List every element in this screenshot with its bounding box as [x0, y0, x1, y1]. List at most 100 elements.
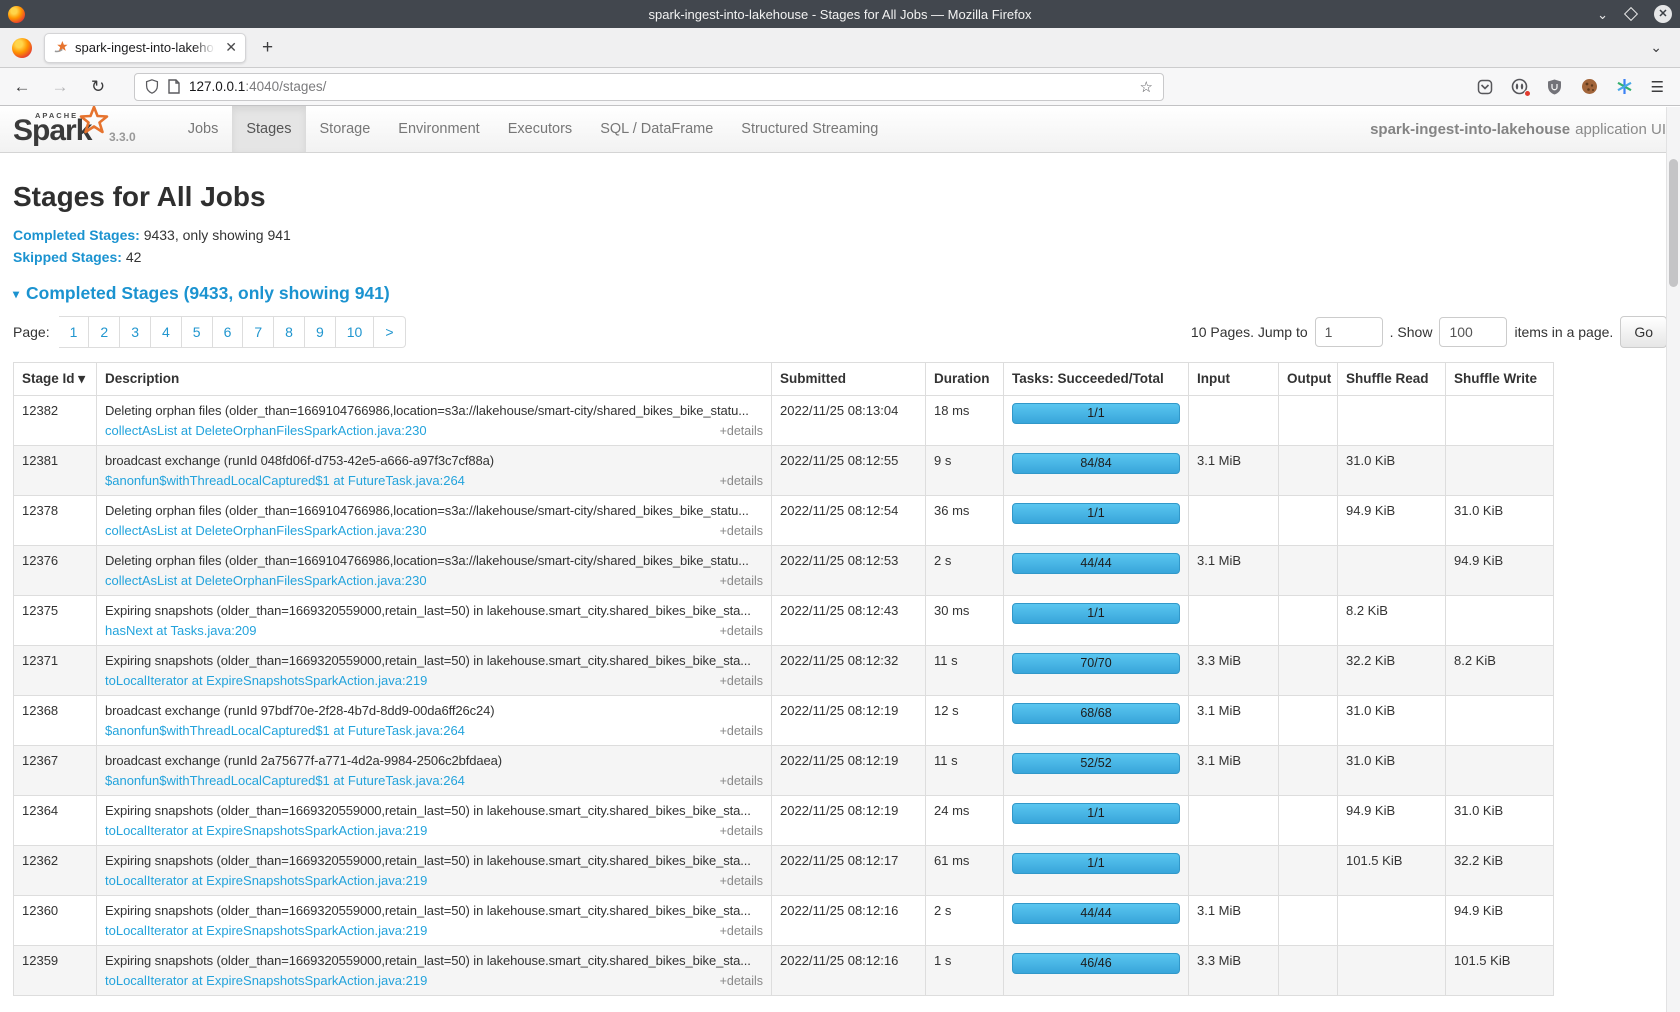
application-suffix: application UI — [1575, 121, 1666, 138]
duration-cell: 11 s — [926, 746, 1004, 796]
stage-callsite-link[interactable]: toLocalIterator at ExpireSnapshotsSparkA… — [105, 973, 427, 988]
minimize-icon[interactable]: ⌄ — [1597, 8, 1608, 21]
menu-icon[interactable]: ☰ — [1651, 78, 1664, 96]
completed-stages-section-toggle[interactable]: ▾ Completed Stages (9433, only showing 9… — [13, 283, 1667, 304]
extension-badge — [1524, 90, 1531, 97]
submitted-cell: 2022/11/25 08:12:54 — [772, 496, 926, 546]
page-button[interactable]: 5 — [182, 316, 213, 348]
tasks-progress-label: 1/1 — [1087, 506, 1104, 520]
stage-callsite-link[interactable]: toLocalIterator at ExpireSnapshotsSparkA… — [105, 873, 427, 888]
tab-jobs[interactable]: Jobs — [174, 106, 233, 152]
mask-extension-icon[interactable] — [1511, 78, 1529, 96]
details-toggle[interactable]: +details — [720, 874, 763, 888]
tasks-progress-bar: 46/46 — [1012, 953, 1180, 974]
list-all-tabs-icon[interactable]: ⌄ — [1650, 39, 1662, 56]
details-toggle[interactable]: +details — [720, 774, 763, 788]
column-header[interactable]: Description — [97, 363, 772, 396]
jump-to-page-input[interactable] — [1315, 317, 1383, 347]
shuffle-read-cell: 32.2 KiB — [1338, 646, 1446, 696]
tab-executors[interactable]: Executors — [494, 106, 586, 152]
stage-callsite-link[interactable]: hasNext at Tasks.java:209 — [105, 623, 257, 638]
page-button[interactable]: > — [374, 316, 405, 348]
tab-sql-dataframe[interactable]: SQL / DataFrame — [586, 106, 727, 152]
stage-callsite-link[interactable]: $anonfun$withThreadLocalCaptured$1 at Fu… — [105, 473, 465, 488]
stage-callsite-link[interactable]: toLocalIterator at ExpireSnapshotsSparkA… — [105, 823, 427, 838]
stage-callsite-link[interactable]: collectAsList at DeleteOrphanFilesSparkA… — [105, 523, 427, 538]
stage-id-cell: 12375 — [14, 596, 97, 646]
page-button[interactable]: 7 — [243, 316, 274, 348]
details-toggle[interactable]: +details — [720, 424, 763, 438]
stage-callsite-link[interactable]: collectAsList at DeleteOrphanFilesSparkA… — [105, 573, 427, 588]
shield-permissions-icon[interactable] — [145, 79, 159, 94]
details-toggle[interactable]: +details — [720, 574, 763, 588]
page-button[interactable]: 6 — [213, 316, 244, 348]
bookmark-star-icon[interactable]: ☆ — [1140, 78, 1153, 96]
stage-callsite-link[interactable]: toLocalIterator at ExpireSnapshotsSparkA… — [105, 673, 427, 688]
go-button[interactable]: Go — [1620, 316, 1667, 348]
url-text[interactable]: 127.0.0.1:4040/stages/ — [189, 79, 326, 94]
ublock-shield-icon[interactable] — [1546, 78, 1564, 96]
reload-icon[interactable]: ↻ — [86, 77, 110, 97]
page-button[interactable]: 10 — [336, 316, 375, 348]
page-info-icon[interactable] — [168, 79, 180, 94]
column-header[interactable]: Duration — [926, 363, 1004, 396]
input-cell: 3.1 MiB — [1189, 896, 1279, 946]
firefox-icon[interactable] — [12, 38, 32, 58]
items-per-page-input[interactable] — [1439, 317, 1507, 347]
table-row: 12375 Expiring snapshots (older_than=166… — [14, 596, 1554, 646]
spark-logo[interactable]: APACHE Spark 3.3.0 — [13, 106, 146, 152]
tab-stages[interactable]: Stages — [232, 106, 305, 152]
stage-callsite-link[interactable]: collectAsList at DeleteOrphanFilesSparkA… — [105, 423, 427, 438]
pocket-extension-icon[interactable] — [1476, 78, 1494, 96]
table-row: 12360 Expiring snapshots (older_than=166… — [14, 896, 1554, 946]
page-button[interactable]: 1 — [59, 316, 90, 348]
tab-environment[interactable]: Environment — [384, 106, 493, 152]
scrollbar-thumb[interactable] — [1669, 159, 1678, 287]
page-button[interactable]: 2 — [89, 316, 120, 348]
column-header[interactable]: Shuffle Write — [1446, 363, 1554, 396]
column-header[interactable]: Input — [1189, 363, 1279, 396]
vertical-scrollbar[interactable] — [1666, 107, 1680, 1012]
new-tab-button[interactable]: + — [262, 37, 273, 59]
tab-structured-streaming[interactable]: Structured Streaming — [727, 106, 892, 152]
page-button[interactable]: 9 — [305, 316, 336, 348]
column-header[interactable]: Submitted — [772, 363, 926, 396]
page-button[interactable]: 3 — [120, 316, 151, 348]
close-tab-icon[interactable]: ✕ — [225, 39, 237, 56]
cookie-extension-icon[interactable] — [1581, 78, 1599, 96]
column-header[interactable]: Shuffle Read — [1338, 363, 1446, 396]
sparkle-extension-icon[interactable] — [1616, 78, 1634, 96]
stage-callsite-link[interactable]: toLocalIterator at ExpireSnapshotsSparkA… — [105, 923, 427, 938]
back-icon[interactable]: ← — [10, 77, 34, 97]
table-row: 12378 Deleting orphan files (older_than=… — [14, 496, 1554, 546]
details-toggle[interactable]: +details — [720, 824, 763, 838]
tab-storage[interactable]: Storage — [306, 106, 385, 152]
column-header[interactable]: Stage Id ▾ — [14, 363, 97, 396]
submitted-cell: 2022/11/25 08:12:19 — [772, 746, 926, 796]
tasks-progress-bar: 1/1 — [1012, 803, 1180, 824]
details-toggle[interactable]: +details — [720, 974, 763, 988]
browser-tab[interactable]: spark-ingest-into-lakehous ✕ — [44, 33, 246, 63]
duration-cell: 30 ms — [926, 596, 1004, 646]
close-window-icon[interactable]: ✕ — [1654, 5, 1672, 23]
column-header[interactable]: Tasks: Succeeded/Total — [1004, 363, 1189, 396]
url-bar[interactable]: 127.0.0.1:4040/stages/ ☆ — [134, 73, 1164, 101]
shuffle-write-cell: 101.5 KiB — [1446, 946, 1554, 996]
maximize-icon[interactable] — [1624, 7, 1638, 21]
stage-callsite-link[interactable]: $anonfun$withThreadLocalCaptured$1 at Fu… — [105, 723, 465, 738]
output-cell — [1279, 546, 1338, 596]
details-toggle[interactable]: +details — [720, 924, 763, 938]
page-button[interactable]: 4 — [151, 316, 182, 348]
column-header[interactable]: Output — [1279, 363, 1338, 396]
stage-callsite-link[interactable]: $anonfun$withThreadLocalCaptured$1 at Fu… — [105, 773, 465, 788]
page-button[interactable]: 8 — [274, 316, 305, 348]
details-toggle[interactable]: +details — [720, 724, 763, 738]
details-toggle[interactable]: +details — [720, 674, 763, 688]
page-title: Stages for All Jobs — [13, 181, 1667, 213]
details-toggle[interactable]: +details — [720, 524, 763, 538]
submitted-cell: 2022/11/25 08:13:04 — [772, 396, 926, 446]
application-name: spark-ingest-into-lakehouse — [1370, 121, 1570, 138]
details-toggle[interactable]: +details — [720, 624, 763, 638]
duration-cell: 18 ms — [926, 396, 1004, 446]
details-toggle[interactable]: +details — [720, 474, 763, 488]
